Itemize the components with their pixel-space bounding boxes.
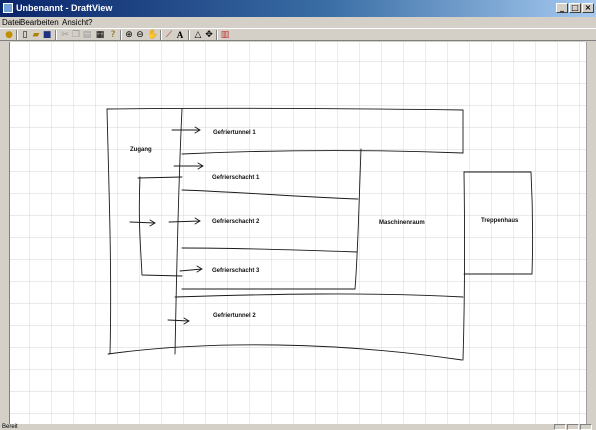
status-bar: Bereit	[0, 424, 596, 430]
drawing-canvas[interactable]: Gefriertunnel 1 Zugang Gefrierschacht 1 …	[9, 42, 586, 424]
label-gefrierschacht-3: Gefrierschacht 3	[212, 268, 260, 274]
open-folder-icon[interactable]: ▰	[31, 30, 41, 40]
label-zugang: Zugang	[130, 147, 152, 153]
zoom-out-icon[interactable]: ⊖	[135, 30, 145, 40]
help-icon[interactable]: ?	[108, 30, 118, 40]
save-icon[interactable]: ■	[42, 30, 52, 40]
label-gefrierschacht-1: Gefrierschacht 1	[212, 175, 260, 181]
cut-icon[interactable]: ✂	[60, 30, 70, 40]
close-button[interactable]: ×	[582, 3, 594, 13]
copy-icon[interactable]: ❐	[71, 30, 81, 40]
maximize-button[interactable]: □	[569, 3, 581, 13]
menu-ansicht[interactable]: Ansicht	[62, 18, 88, 27]
toolbar-separator	[188, 30, 190, 40]
print-icon[interactable]: ▦	[95, 30, 105, 40]
grid-background	[10, 42, 586, 424]
minimize-button[interactable]: _	[556, 3, 568, 13]
status-panel	[554, 424, 566, 430]
label-gefriertunnel-2: Gefriertunnel 2	[213, 313, 256, 319]
new-file-icon[interactable]: ▯	[20, 30, 30, 40]
zoom-in-icon[interactable]: ⊕	[124, 30, 134, 40]
pan-hand-icon[interactable]: ✋	[147, 30, 158, 40]
toolbar-separator	[16, 30, 18, 40]
label-gefrierschacht-2: Gefrierschacht 2	[212, 219, 260, 225]
app-icon	[3, 3, 13, 13]
shape-tool-icon[interactable]: △	[193, 30, 203, 40]
open-project-icon[interactable]: ●	[4, 30, 14, 40]
grid-icon[interactable]: ▥	[220, 30, 230, 40]
menu-help[interactable]: ?	[88, 18, 92, 27]
status-text: Bereit	[2, 424, 18, 430]
title-bar: Unbenannt - DraftView _ □ ×	[0, 0, 596, 17]
sketch-svg: Gefriertunnel 1 Zugang Gefrierschacht 1 …	[10, 42, 586, 424]
move-tool-icon[interactable]: ✥	[204, 30, 214, 40]
left-ruler-gutter	[0, 42, 9, 424]
status-panel	[567, 424, 579, 430]
vertical-scrollbar[interactable]	[586, 42, 596, 424]
menu-bar: Datei Bearbeiten Ansicht ?	[0, 17, 596, 28]
menu-bearbeiten[interactable]: Bearbeiten	[20, 18, 59, 27]
arrow-tool-icon[interactable]: ⟋	[164, 30, 174, 40]
text-tool-icon[interactable]: A	[175, 30, 185, 40]
paste-icon[interactable]: ▤	[82, 30, 92, 40]
toolbar-separator	[120, 30, 122, 40]
label-maschinenraum: Maschinenraum	[379, 220, 425, 226]
window-title: Unbenannt - DraftView	[16, 3, 113, 13]
menu-datei[interactable]: Datei	[2, 18, 21, 27]
toolbar: ● ▯ ▰ ■ ✂ ❐ ▤ ▦ ? ⊕ ⊖ ✋ ⟋ A △ ✥ ▥	[0, 28, 596, 41]
toolbar-separator	[216, 30, 218, 40]
label-treppenhaus: Treppenhaus	[481, 218, 519, 224]
toolbar-separator	[160, 30, 162, 40]
label-gefriertunnel-1: Gefriertunnel 1	[213, 130, 256, 136]
toolbar-separator	[55, 30, 57, 40]
status-panel	[580, 424, 592, 430]
